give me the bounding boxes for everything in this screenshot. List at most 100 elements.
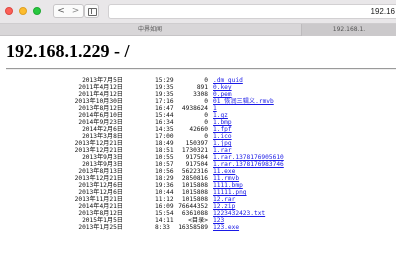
entry-time: 14:35: [155, 126, 174, 133]
entry-size: 4938624: [181, 105, 208, 112]
entry-time: 16:34: [155, 119, 174, 126]
entry-size: 0: [204, 112, 208, 119]
sidebar-toggle-icon[interactable]: [84, 4, 99, 18]
entry-link[interactable]: 1.gz: [213, 112, 228, 119]
entry-link[interactable]: 123.exe: [213, 224, 239, 231]
entry-size: 42660: [189, 126, 208, 133]
entry-time: 16:47: [155, 105, 174, 112]
entry-size: 917504: [185, 161, 208, 168]
entry-size: 0: [204, 133, 208, 140]
entry-size: <目录>: [188, 217, 208, 224]
entry-date: 2015年1月5日: [82, 217, 123, 224]
entry-time: 17:16: [155, 98, 174, 105]
entry-link[interactable]: 1111.bmp: [213, 182, 243, 189]
listing-row: 2013年8月13日 10:56 5622316 11.exe: [0, 168, 396, 175]
entry-link[interactable]: .dm_guid: [213, 77, 243, 84]
entry-date: 2014年4月21日: [78, 203, 123, 210]
listing-row: 2013年8月12日 15:54 6361088 1223432423.txt: [0, 210, 396, 217]
entry-link[interactable]: 11.rmvb: [213, 175, 239, 182]
entry-link[interactable]: 12.rar: [213, 196, 235, 203]
directory-listing: 2013年7月5日 15:29 0 .dm_guid 2011年4月12日 19:35 89…: [0, 77, 396, 231]
entry-size: 0: [204, 98, 208, 105]
entry-date: 2013年9月3日: [82, 154, 123, 161]
entry-size: 150397: [185, 140, 208, 147]
entry-link[interactable]: 1.rar.1378176905610: [213, 154, 284, 161]
listing-row: 2014年6月10日 15:44 0 1.gz: [0, 112, 396, 119]
entry-date: 2013年12月21日: [74, 147, 123, 154]
entry-size: 16358589: [178, 224, 208, 231]
entry-size: 2850816: [181, 175, 208, 182]
entry-date: 2013年12月6日: [78, 182, 123, 189]
entry-date: 2014年2月6日: [82, 126, 123, 133]
tab-bar: 中界如闻 192.168.1.: [0, 24, 396, 36]
entry-date: 2013年8月12日: [78, 210, 123, 217]
tab-first[interactable]: 中界如闻: [0, 24, 300, 36]
close-window-button[interactable]: [5, 7, 13, 15]
entry-link[interactable]: 0.key: [213, 84, 232, 91]
listing-row: 2013年8月12日 16:47 4938624 1: [0, 105, 396, 112]
entry-time: 14:11: [155, 217, 174, 224]
entry-date: 2013年12月21日: [74, 140, 123, 147]
entry-size: 1015808: [181, 189, 208, 196]
entry-time: 19:36: [155, 182, 174, 189]
entry-link[interactable]: 1.rar: [213, 147, 232, 154]
entry-date: 2013年7月5日: [82, 77, 123, 84]
entry-date: 2013年11月21日: [74, 196, 123, 203]
entry-link[interactable]: 1223432423.txt: [213, 210, 265, 217]
entry-size: 5622316: [181, 168, 208, 175]
listing-row: 2013年9月3日 10:55 917504 1.rar.1378176905610: [0, 154, 396, 161]
entry-link[interactable]: 11111.png: [213, 189, 247, 196]
listing-row: 2013年12月6日 10:44 1015808 11111.png: [0, 189, 396, 196]
entry-time: 10:55: [155, 154, 174, 161]
entry-date: 2014年9月23日: [78, 119, 123, 126]
entry-date: 2013年1月25日: [78, 224, 123, 231]
entry-link[interactable]: 1.rar.1378176983746: [213, 161, 284, 168]
entry-date: 2013年8月12日: [78, 105, 123, 112]
minimize-window-button[interactable]: [19, 7, 27, 15]
listing-row: 2014年4月21日 16:09 76644352 12.zip: [0, 203, 396, 210]
entry-size: 0: [204, 119, 208, 126]
listing-row: 2013年9月3日 10:57 917504 1.rar.1378176983746: [0, 161, 396, 168]
entry-time: 15:44: [155, 112, 174, 119]
entry-date: 2011年4月12日: [78, 84, 123, 91]
address-bar[interactable]: 192.16: [108, 4, 396, 19]
entry-size: 76644352: [178, 203, 208, 210]
entry-link[interactable]: 1.jpg: [213, 140, 232, 147]
entry-link[interactable]: 01 恢润三辑义.rmvb: [213, 98, 274, 105]
forward-button[interactable]: >: [68, 4, 84, 18]
entry-time: 18:51: [155, 147, 174, 154]
entry-date: 2013年12月21日: [74, 175, 123, 182]
entry-date: 2013年9月3日: [82, 161, 123, 168]
entry-time: 19:35: [155, 91, 174, 98]
listing-row: 2013年12月6日 19:36 1015808 1111.bmp: [0, 182, 396, 189]
entry-time: 15:29: [155, 77, 174, 84]
entry-link[interactable]: 1.ico: [213, 133, 232, 140]
entry-link[interactable]: 0.pem: [213, 91, 232, 98]
entry-size: 891: [196, 84, 208, 91]
listing-row: 2013年3月8日 17:00 0 1.ico: [0, 133, 396, 140]
tab-second[interactable]: 192.168.1.: [301, 24, 396, 36]
entry-link[interactable]: 1: [213, 105, 217, 112]
entry-link[interactable]: 12.zip: [213, 203, 235, 210]
entry-link[interactable]: 1.fpf: [213, 126, 232, 133]
listing-row: 2014年9月23日 16:34 0 1.bmp: [0, 119, 396, 126]
zoom-window-button[interactable]: [33, 7, 41, 15]
entry-date: 2013年10月30日: [74, 98, 123, 105]
listing-row: 2013年7月5日 15:29 0 .dm_guid: [0, 77, 396, 84]
entry-link[interactable]: 123: [213, 217, 224, 224]
entry-time: 18:49: [155, 140, 174, 147]
listing-row: 2015年1月5日 14:11 <目录> 123: [0, 217, 396, 224]
entry-date: 2013年3月8日: [82, 133, 123, 140]
back-button[interactable]: <: [53, 4, 69, 18]
listing-row: 2013年12月21日 18:29 2850816 11.rmvb: [0, 175, 396, 182]
listing-row: 2013年12月21日 18:49 150397 1.jpg: [0, 140, 396, 147]
entry-time: 19:35: [155, 84, 174, 91]
entry-link[interactable]: 11.exe: [213, 168, 235, 175]
entry-date: 2013年12月6日: [78, 189, 123, 196]
listing-row: 2011年4月12日 19:35 3308 0.pem: [0, 91, 396, 98]
entry-date: 2013年8月13日: [78, 168, 123, 175]
entry-time: 16:09: [155, 203, 174, 210]
entry-time: 15:54: [155, 210, 174, 217]
entry-link[interactable]: 1.bmp: [213, 119, 232, 126]
listing-row: 2013年1月25日 8:33 16358589 123.exe: [0, 224, 396, 231]
